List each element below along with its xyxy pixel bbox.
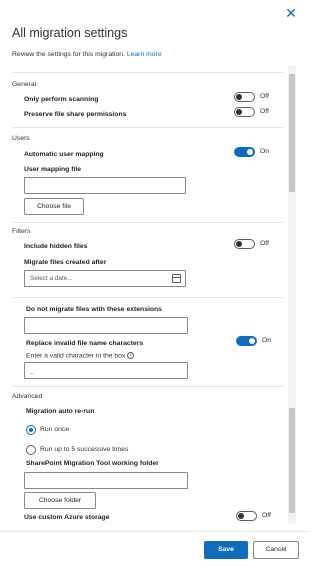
choose-folder-button[interactable]: Choose folder [24,492,96,509]
include-hidden-label: Include hidden files [24,243,88,250]
auto-mapping-label: Automatic user mapping [24,151,104,158]
run-once-label: Run once [40,426,70,433]
divider [12,222,284,223]
section-advanced: Advanced [12,393,43,400]
section-filters: Filters [12,228,31,235]
scrollbar-thumb-upper[interactable] [289,74,295,192]
divider [12,386,284,387]
learn-more-link[interactable]: Learn more [127,51,162,58]
replace-invalid-state: On [262,337,272,344]
extensions-label: Do not migrate files with these extensio… [26,306,162,313]
auto-rerun-label: Migration auto re-run [26,408,95,415]
working-folder-input[interactable] [24,472,188,489]
custom-azure-toggle[interactable] [236,511,257,521]
preserve-perms-toggle[interactable] [234,107,255,117]
close-icon[interactable]: ✕ [284,6,298,20]
subtitle-text: Review the settings for this migration. [12,51,125,58]
divider [12,127,284,128]
custom-azure-label: Use custom Azure storage [24,514,110,521]
preserve-perms-state: Off [260,108,269,115]
date-picker-input[interactable]: Select a date... [24,270,186,287]
section-users: Users [12,135,30,142]
footer-divider [0,531,309,532]
auto-mapping-state: On [260,148,270,155]
valid-char-value: _ [30,367,34,374]
panel-subtitle: Review the settings for this migration. … [12,51,162,58]
panel-title: All migration settings [12,26,128,40]
divider [12,297,284,298]
date-placeholder: Select a date... [30,275,73,282]
scrollbar-thumb-lower[interactable] [289,408,295,513]
save-button[interactable]: Save [204,541,248,559]
valid-char-input[interactable]: _ [24,362,188,379]
include-hidden-state: Off [260,240,269,247]
only-scanning-state: Off [260,93,269,100]
valid-char-label-row: Enter a valid character in the box i [26,352,135,360]
run-once-radio[interactable] [26,425,36,435]
run-up-to-label: Run up to 5 successive times [40,446,129,453]
calendar-icon[interactable] [172,274,181,283]
auto-mapping-toggle[interactable] [234,147,255,157]
preserve-perms-label: Preserve file share permissions [24,111,127,118]
cancel-button[interactable]: Cancel [253,541,299,559]
working-folder-label: SharePoint Migration Tool working folder [26,460,159,467]
divider [12,72,284,73]
replace-invalid-toggle[interactable] [236,336,257,346]
include-hidden-toggle[interactable] [234,239,255,249]
mapping-file-input[interactable] [24,177,186,194]
replace-invalid-label: Replace invalid file name characters [26,340,144,347]
info-icon[interactable]: i [127,352,135,359]
choose-file-button[interactable]: Choose file [24,198,84,215]
run-up-to-radio[interactable] [26,445,36,455]
valid-char-label: Enter a valid character in the box [26,352,126,360]
mapping-file-label: User mapping file [24,166,82,173]
only-scanning-toggle[interactable] [234,92,255,102]
custom-azure-state: Off [262,512,271,519]
scrollbar[interactable] [288,66,296,524]
only-scanning-label: Only perform scanning [24,96,99,103]
created-after-label: Migrate files created after [24,259,107,266]
extensions-input[interactable] [24,317,188,334]
section-general: General [12,81,37,88]
